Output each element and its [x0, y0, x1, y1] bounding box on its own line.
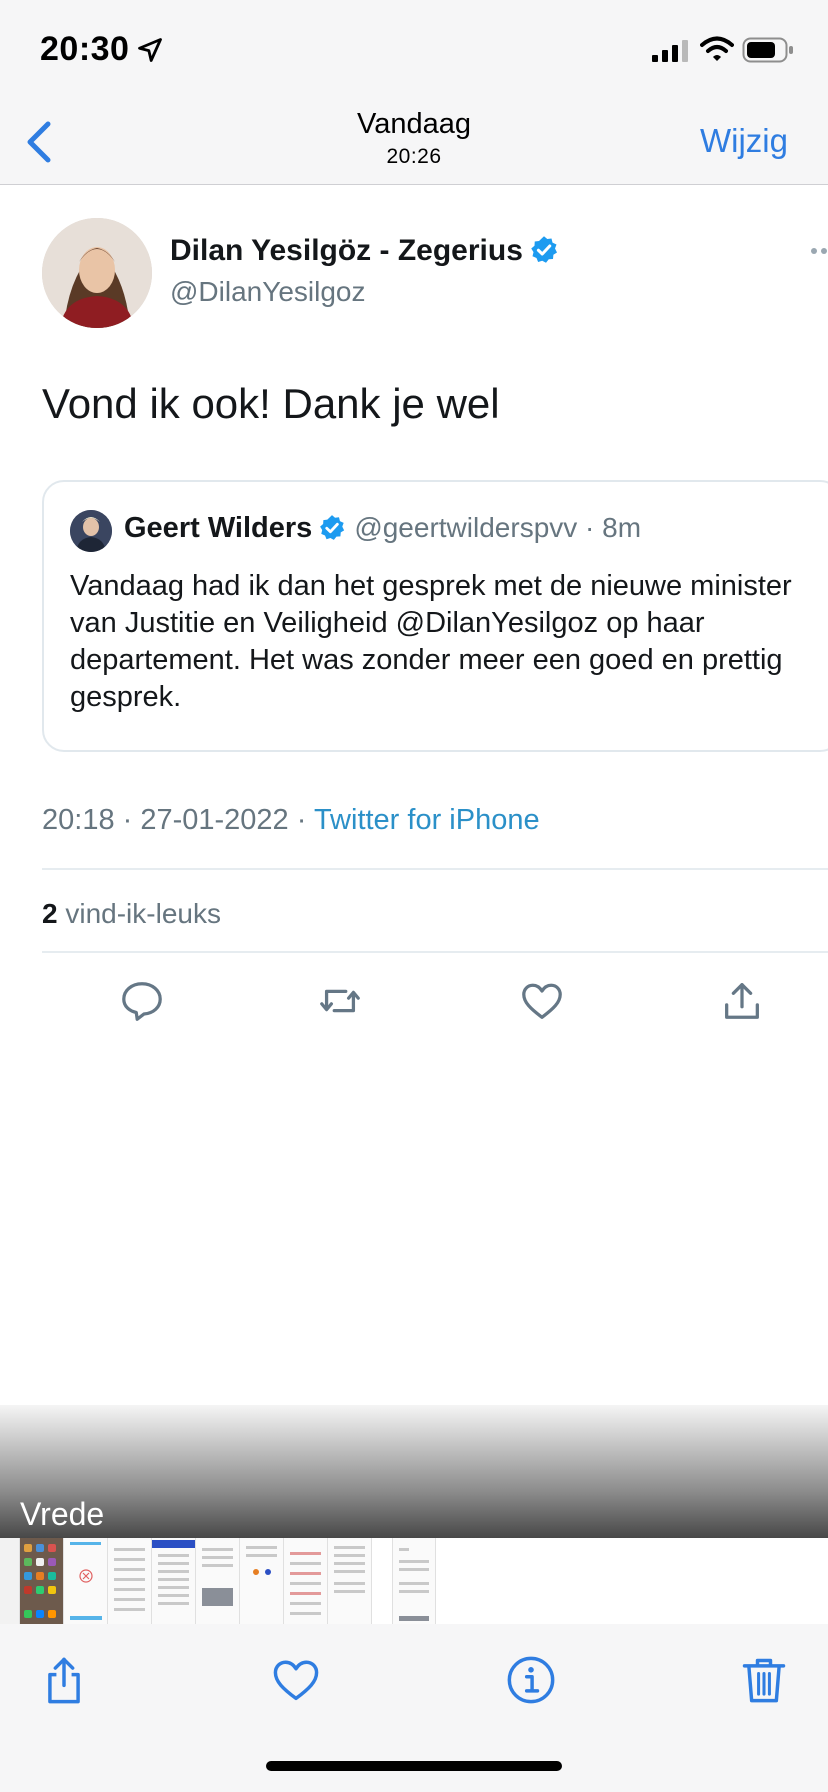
close-circle-thumbnail-icon — [70, 1569, 102, 1620]
location-arrow-icon — [138, 38, 162, 62]
author-portrait-icon — [42, 218, 152, 328]
quote-author: Geert Wilders @geertwilderspvv · 8m — [124, 512, 641, 545]
status-bar: 20:30 — [0, 0, 828, 100]
quote-author-avatar — [70, 510, 112, 552]
thumbnail[interactable] — [240, 1538, 284, 1624]
thumbnail[interactable] — [64, 1538, 108, 1624]
thumbnail[interactable] — [328, 1538, 372, 1624]
verified-badge-icon — [531, 236, 557, 263]
share-icon — [725, 983, 759, 1019]
quoted-tweet-card: Geert Wilders @geertwilderspvv · 8m Vand… — [42, 480, 828, 752]
tweet-time-date: 20:18 · 27-01-2022 · — [42, 804, 314, 836]
like-heart-icon — [522, 983, 562, 1019]
author-name-text: Dilan Yesilgöz - Zegerius — [170, 234, 523, 267]
photo-nav-bar: Vandaag 20:26 Wijzig — [0, 100, 828, 185]
edit-button[interactable]: Wijzig — [700, 122, 788, 160]
trash-icon[interactable] — [738, 1654, 790, 1706]
author-avatar — [42, 218, 152, 328]
quote-author-handle: @geertwilderspvv · 8m — [354, 512, 642, 543]
divider — [42, 868, 828, 870]
retweet-icon — [320, 989, 360, 1013]
thumbnail-strip[interactable] — [0, 1538, 828, 1624]
home-screen-thumbnail-icon — [24, 1544, 56, 1618]
author-handle: @DilanYesilgoz — [170, 276, 366, 307]
reply-icon — [122, 982, 162, 1021]
favorite-heart-icon[interactable] — [270, 1654, 322, 1706]
thumbnail[interactable] — [20, 1538, 64, 1624]
photo-view[interactable]: Dilan Yesilgöz - Zegerius @DilanYesilgoz… — [0, 186, 828, 1406]
album-caption: Vrede — [20, 1496, 105, 1532]
battery-icon — [742, 37, 793, 63]
tweet-source: Twitter for iPhone — [313, 804, 540, 836]
share-icon[interactable] — [38, 1654, 90, 1706]
thumbnail[interactable] — [196, 1538, 240, 1624]
cellular-signal-icon — [652, 40, 688, 62]
thumbnail[interactable] — [108, 1538, 152, 1624]
status-time: 20:30 — [40, 30, 130, 68]
likes-count: 2 — [42, 898, 58, 929]
divider — [42, 951, 828, 953]
likes-row: 2 vind-ik-leuks — [42, 898, 221, 930]
likes-label: vind-ik-leuks — [57, 898, 221, 929]
author-name: Dilan Yesilgöz - Zegerius — [170, 234, 559, 268]
dots-thumbnail-icon — [253, 1569, 271, 1575]
tweet-text: Vond ik ook! Dank je wel — [42, 380, 500, 427]
thumbnail[interactable] — [0, 1538, 20, 1624]
tweet-meta: 20:18 · 27-01-2022 · Twitter for iPhone — [42, 804, 540, 837]
quote-verified-badge-icon — [320, 515, 345, 540]
quote-text: Vandaag had ik dan het gesprek met de ni… — [70, 570, 792, 713]
thumbnail[interactable] — [152, 1538, 196, 1624]
quote-author-name: Geert Wilders — [124, 512, 313, 544]
thumbnail-current[interactable] — [392, 1538, 436, 1624]
quote-author-portrait-icon — [70, 510, 112, 552]
more-options-icon — [811, 248, 827, 254]
wifi-icon — [700, 36, 734, 61]
thumbnail[interactable] — [284, 1538, 328, 1624]
info-icon[interactable] — [505, 1654, 557, 1706]
caption-gradient — [0, 1405, 828, 1538]
home-indicator[interactable] — [266, 1761, 562, 1771]
